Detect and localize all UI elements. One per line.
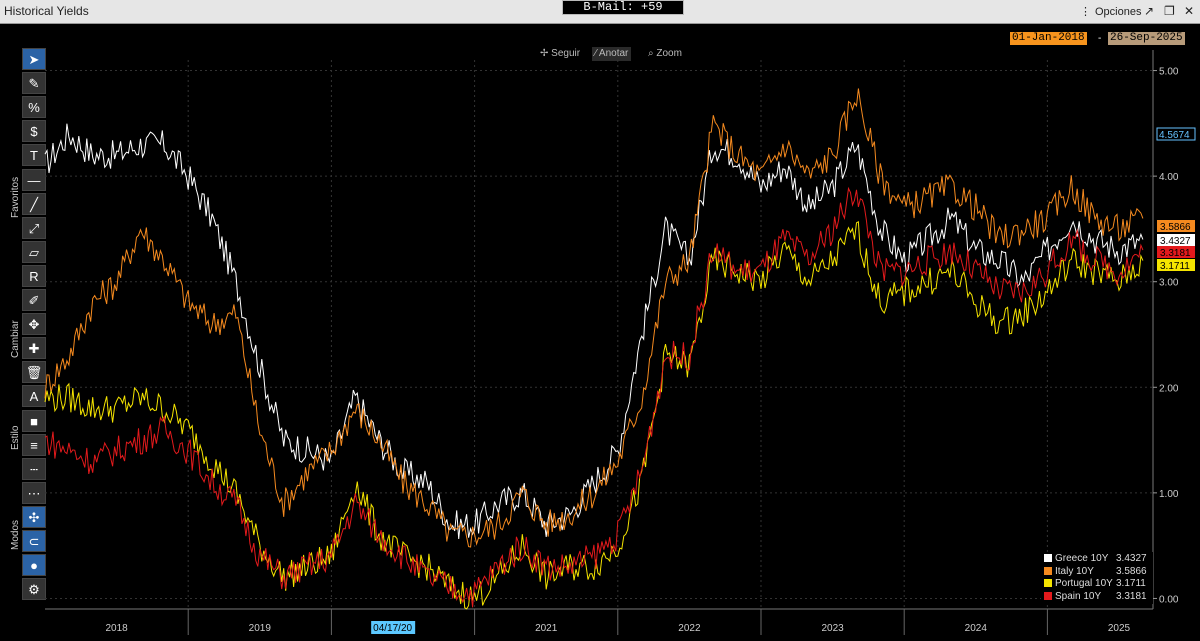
legend-last-value: 3.3181 (1116, 590, 1147, 602)
x-tick-label: 2024 (965, 623, 988, 634)
yield-chart[interactable]: 0.001.002.003.004.005.002018201920202021… (0, 0, 1200, 641)
reference-value-label: 4.5674 (1159, 130, 1190, 141)
legend-last-value: 3.4327 (1116, 553, 1147, 564)
y-tick-label: 4.00 (1159, 172, 1179, 183)
crosshair-date-label: 04/17/20 (373, 623, 412, 634)
legend-series-name: Italy 10Y (1055, 565, 1094, 577)
y-tick-label: 0.00 (1159, 594, 1179, 605)
legend-last-value: 3.1711 (1116, 578, 1146, 589)
x-tick-label: 2025 (1108, 623, 1131, 634)
legend: Greece 10Y 3.4327 Italy 10Y 3.5866 Portugal … (1041, 552, 1153, 604)
last-value-label: 3.1711 (1160, 261, 1190, 272)
y-tick-label: 3.00 (1159, 278, 1179, 289)
legend-item: Portugal 10Y 3.1711 (1044, 578, 1146, 590)
legend-series-name: Spain 10Y (1055, 590, 1102, 602)
legend-item: Italy 10Y 3.5866 (1044, 565, 1147, 578)
y-tick-label: 5.00 (1159, 67, 1179, 78)
legend-swatch (1044, 566, 1052, 575)
legend-item: Greece 10Y 3.4327 (1044, 553, 1147, 565)
x-tick-label: 2021 (535, 623, 558, 634)
x-tick-label: 2018 (105, 623, 128, 634)
x-tick-label: 2023 (821, 623, 844, 634)
legend-series-name: Greece 10Y (1055, 553, 1109, 564)
last-value-label: 3.4327 (1160, 236, 1191, 247)
x-tick-label: 2019 (249, 623, 272, 634)
legend-swatch (1044, 591, 1052, 600)
series-line-italy-10y (44, 88, 1144, 548)
legend-swatch (1044, 579, 1052, 587)
legend-last-value: 3.5866 (1116, 565, 1147, 577)
legend-item: Spain 10Y 3.3181 (1044, 590, 1147, 603)
last-value-label: 3.5866 (1160, 222, 1191, 233)
y-tick-label: 2.00 (1159, 383, 1179, 394)
x-tick-label: 2022 (678, 623, 701, 634)
legend-swatch (1044, 554, 1052, 562)
y-tick-label: 1.00 (1159, 489, 1179, 500)
last-value-label: 3.3181 (1160, 248, 1191, 259)
series-line-spain-10y (44, 186, 1144, 608)
legend-series-name: Portugal 10Y (1055, 578, 1113, 589)
